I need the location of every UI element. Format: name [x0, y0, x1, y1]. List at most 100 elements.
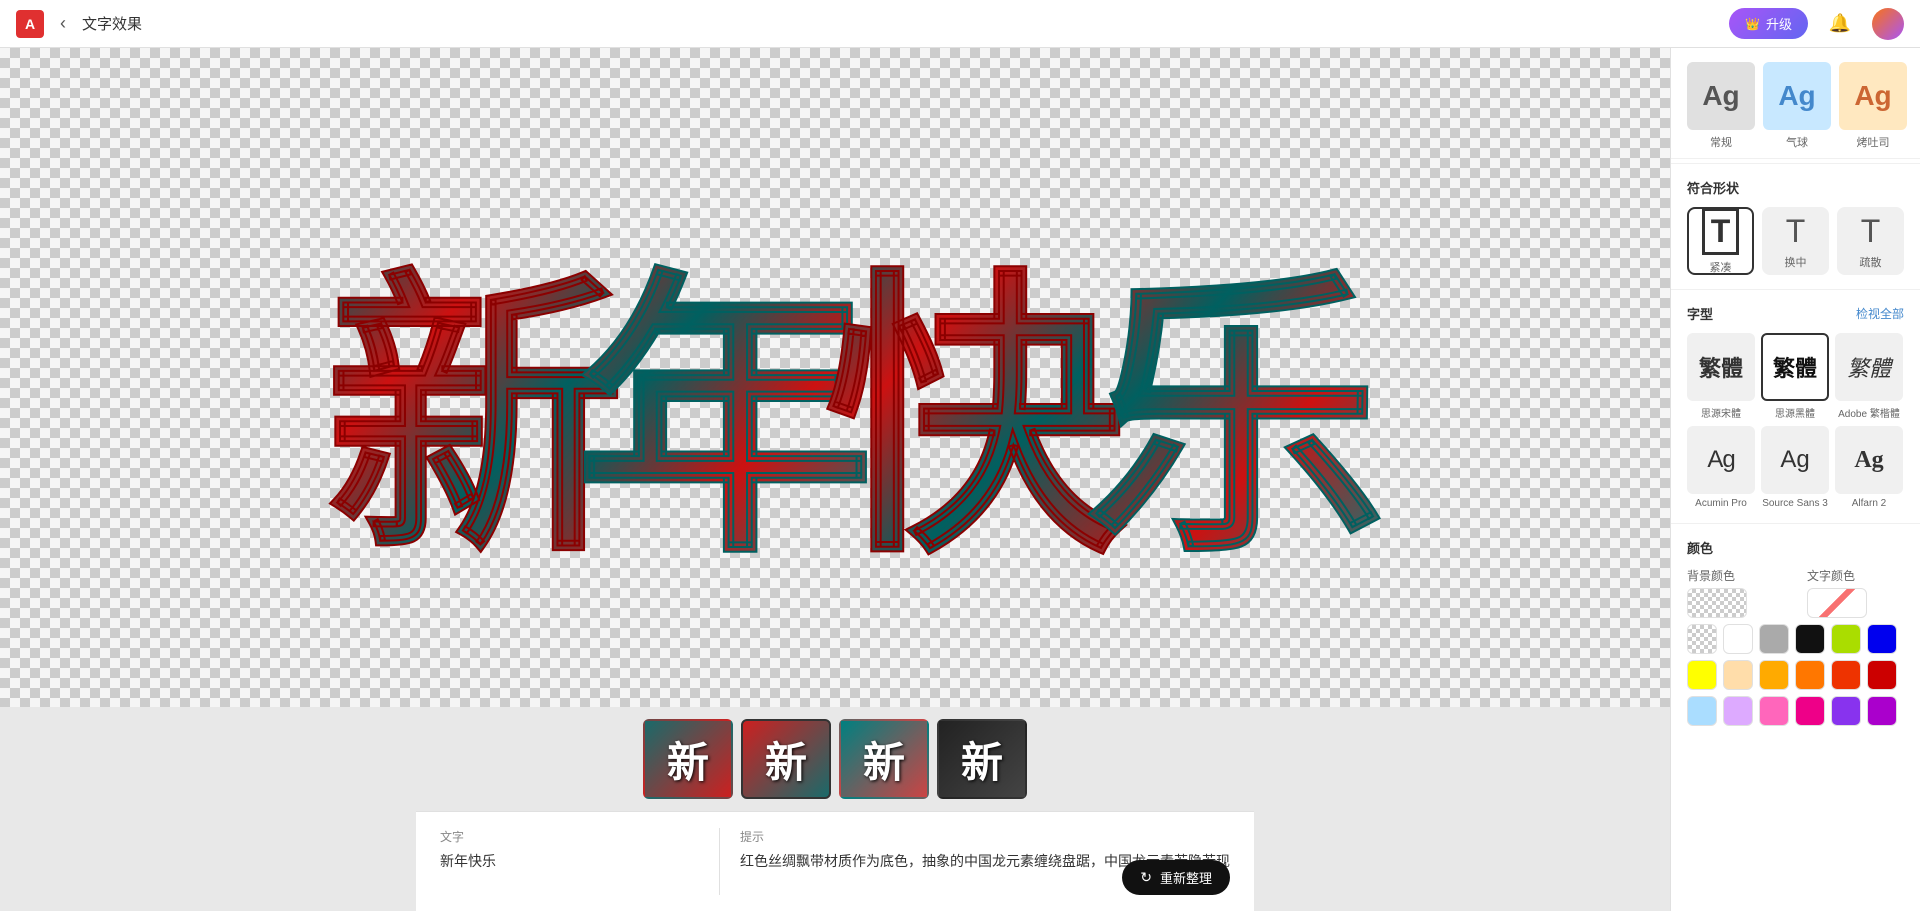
- font-siyangsong-preview: 繁體: [1687, 333, 1755, 401]
- font-sourcesans-name: Source Sans 3: [1762, 498, 1828, 509]
- hint-section: 提示 红色丝绸飘带材质作为底色，抽象的中国龙元素缠绕盘踞，中国龙元素若隐若现 重…: [720, 828, 1230, 895]
- color-section-title: 颜色: [1687, 538, 1904, 557]
- dragon-text-svg: 新 年 快 乐: [235, 163, 1435, 593]
- canvas-main-image: 新 年 快 乐: [235, 163, 1435, 593]
- effect-normal[interactable]: Ag 常规: [1687, 62, 1755, 150]
- topbar: A ‹ 文字效果 升级 🔔: [0, 0, 1920, 48]
- text-section: 文字 新年快乐: [440, 828, 720, 895]
- shape-compact-symbol: T: [1702, 208, 1740, 255]
- font-grid: 繁體 思源宋體 繁體 思源黑體 繁體 Adobe 繁楷體 Ag Acumin P…: [1687, 333, 1904, 509]
- color-purple[interactable]: [1831, 696, 1861, 726]
- shape-spread[interactable]: T 疏散: [1837, 207, 1904, 275]
- color-orange[interactable]: [1795, 660, 1825, 690]
- text-label: 文字: [440, 828, 699, 845]
- divider-2: [1671, 289, 1920, 290]
- shape-section: 符合形状 T 紧凑 T 换中 T 疏散: [1671, 168, 1920, 285]
- font-siyangsong-name: 思源宋體: [1701, 405, 1741, 420]
- bg-color-col: 背景颜色: [1687, 567, 1747, 618]
- divider-1: [1671, 163, 1920, 164]
- effect-balloon-label: 气球: [1786, 134, 1808, 150]
- effect-normal-label: 常规: [1710, 134, 1732, 150]
- svg-text:快: 快: [825, 251, 1130, 587]
- top-effects-row: Ag 常规 Ag 气球 Ag 烤吐司: [1671, 58, 1920, 159]
- color-gray[interactable]: [1759, 624, 1789, 654]
- bg-color-label: 背景颜色: [1687, 567, 1735, 584]
- font-adobekai-name: Adobe 繁楷體: [1838, 405, 1900, 420]
- text-color-col: 文字颜色: [1807, 567, 1867, 618]
- thumbnail-4[interactable]: 新: [937, 719, 1027, 799]
- thumbnail-2[interactable]: 新: [741, 719, 831, 799]
- font-sourcesans-preview: Ag: [1761, 426, 1829, 494]
- main-layout: 新 年 快 乐: [0, 48, 1920, 911]
- text-color-swatch[interactable]: [1807, 588, 1867, 618]
- color-blue[interactable]: [1867, 624, 1897, 654]
- color-row-3: [1687, 696, 1904, 726]
- color-magenta[interactable]: [1795, 696, 1825, 726]
- color-lavender[interactable]: [1723, 696, 1753, 726]
- shape-compact[interactable]: T 紧凑: [1687, 207, 1754, 275]
- shape-spread-symbol: T: [1861, 213, 1881, 250]
- back-button[interactable]: ‹: [56, 9, 70, 38]
- color-section: 颜色 背景颜色 文字颜色: [1671, 528, 1920, 742]
- shape-center[interactable]: T 换中: [1762, 207, 1829, 275]
- effect-balloon-preview: Ag: [1763, 62, 1831, 130]
- right-sidebar: Ag 常规 Ag 气球 Ag 烤吐司 符合形状 T 紧凑 T: [1670, 48, 1920, 911]
- thumbnail-3[interactable]: 新: [839, 719, 929, 799]
- color-lime[interactable]: [1831, 624, 1861, 654]
- color-violet[interactable]: [1867, 696, 1897, 726]
- color-row-2: [1687, 660, 1904, 690]
- color-peach[interactable]: [1723, 660, 1753, 690]
- shape-grid: T 紧凑 T 换中 T 疏散: [1687, 207, 1904, 275]
- bg-color-swatch[interactable]: [1687, 588, 1747, 618]
- color-transparent[interactable]: [1687, 624, 1717, 654]
- app-logo[interactable]: A: [16, 10, 44, 38]
- canvas-area: 新 年 快 乐: [0, 48, 1670, 911]
- font-section-header: 字型 检视全部: [1687, 304, 1904, 323]
- color-white[interactable]: [1723, 624, 1753, 654]
- regenerate-button[interactable]: 重新整理: [1122, 860, 1230, 895]
- shape-center-symbol: T: [1786, 213, 1806, 250]
- font-siyangblack-name: 思源黑體: [1775, 405, 1815, 420]
- topbar-right: 升级 🔔: [1729, 8, 1904, 40]
- color-light-blue[interactable]: [1687, 696, 1717, 726]
- text-value: 新年快乐: [440, 851, 699, 871]
- effect-toast[interactable]: Ag 烤吐司: [1839, 62, 1907, 150]
- shape-center-label: 换中: [1785, 254, 1807, 270]
- effect-toast-preview: Ag: [1839, 62, 1907, 130]
- font-acumin[interactable]: Ag Acumin Pro: [1687, 426, 1755, 509]
- color-red[interactable]: [1867, 660, 1897, 690]
- font-alfarn-name: Alfarn 2: [1852, 498, 1886, 509]
- font-acumin-name: Acumin Pro: [1695, 498, 1747, 509]
- upgrade-button[interactable]: 升级: [1729, 8, 1808, 39]
- text-color-label: 文字颜色: [1807, 567, 1855, 584]
- effect-toast-label: 烤吐司: [1857, 134, 1890, 150]
- font-siyangsong[interactable]: 繁體 思源宋體: [1687, 333, 1755, 420]
- notification-icon[interactable]: 🔔: [1824, 8, 1856, 40]
- view-all-fonts-link[interactable]: 检视全部: [1856, 305, 1904, 322]
- color-row-1: [1687, 624, 1904, 654]
- thumbnails-strip: 新 新 新 新: [623, 707, 1047, 811]
- color-amber[interactable]: [1759, 660, 1789, 690]
- hint-label: 提示: [740, 828, 1230, 845]
- font-alfarn[interactable]: Ag Alfarn 2: [1835, 426, 1903, 509]
- shape-spread-label: 疏散: [1860, 254, 1882, 270]
- divider-3: [1671, 523, 1920, 524]
- color-pink[interactable]: [1759, 696, 1789, 726]
- svg-text:乐: 乐: [1085, 251, 1385, 587]
- color-yellow[interactable]: [1687, 660, 1717, 690]
- page-title: 文字效果: [82, 13, 142, 34]
- font-siyangblack[interactable]: 繁體 思源黑體: [1761, 333, 1829, 420]
- thumbnail-1[interactable]: 新: [643, 719, 733, 799]
- effect-balloon[interactable]: Ag 气球: [1763, 62, 1831, 150]
- shape-compact-label: 紧凑: [1710, 259, 1732, 275]
- font-adobekai[interactable]: 繁體 Adobe 繁楷體: [1835, 333, 1903, 420]
- font-section: 字型 检视全部 繁體 思源宋體 繁體 思源黑體 繁體 Adobe 繁楷體: [1671, 294, 1920, 519]
- avatar[interactable]: [1872, 8, 1904, 40]
- canvas-wrapper[interactable]: 新 年 快 乐: [0, 48, 1670, 707]
- font-adobekai-preview: 繁體: [1835, 333, 1903, 401]
- bottom-panel: 文字 新年快乐 提示 红色丝绸飘带材质作为底色，抽象的中国龙元素缠绕盘踞，中国龙…: [416, 811, 1254, 911]
- color-red-orange[interactable]: [1831, 660, 1861, 690]
- color-black[interactable]: [1795, 624, 1825, 654]
- font-sourcesans[interactable]: Ag Source Sans 3: [1761, 426, 1829, 509]
- font-siyangblack-preview: 繁體: [1761, 333, 1829, 401]
